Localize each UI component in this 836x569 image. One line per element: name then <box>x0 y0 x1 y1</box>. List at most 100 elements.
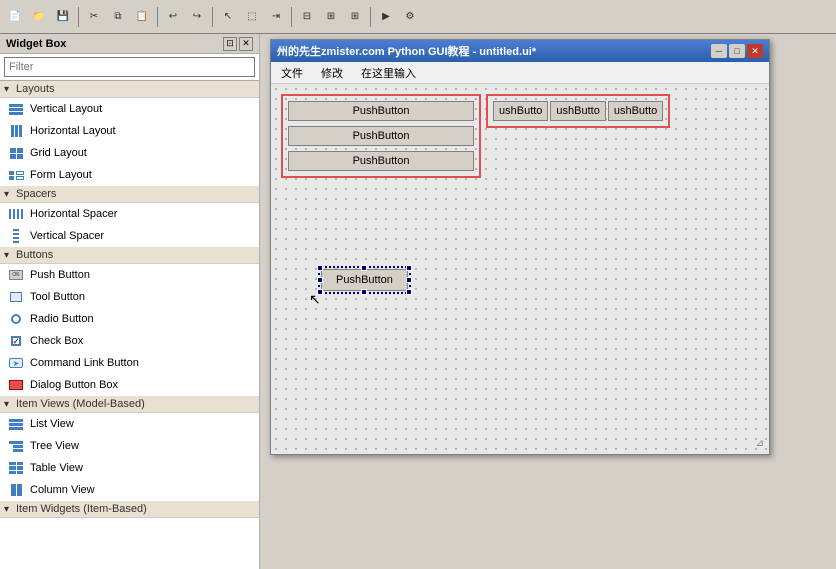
designer-window: 州的先生zmister.com Python GUI教程 - untitled.… <box>270 39 770 455</box>
sidebar-item-horizontal-spacer[interactable]: Horizontal Spacer <box>0 203 259 225</box>
toolbar-pointer[interactable]: ↖ <box>217 6 239 28</box>
menu-edit[interactable]: 修改 <box>317 64 347 82</box>
handle-tl[interactable] <box>317 265 323 271</box>
sidebar-item-dialog-button[interactable]: Dialog Button Box <box>0 374 259 396</box>
designer-titlebar: 州的先生zmister.com Python GUI教程 - untitled.… <box>271 40 769 62</box>
dialog-button-icon <box>8 377 24 393</box>
sidebar-item-list-view[interactable]: List View <box>0 413 259 435</box>
resize-indicator: ⊿ <box>756 438 764 449</box>
toolbar-undo[interactable]: ↩ <box>162 6 184 28</box>
sidebar-item-command-link[interactable]: ➤ Command Link Button <box>0 352 259 374</box>
sidebar-item-push-button[interactable]: OK Push Button <box>0 264 259 286</box>
grid-layout-container: ushButto ushButto ushButto <box>486 94 670 128</box>
sidebar-item-tree-view[interactable]: Tree View <box>0 435 259 457</box>
selected-button-area: PushButton ↖ <box>321 269 408 291</box>
filter-input[interactable] <box>4 57 255 77</box>
widget-box: Widget Box ⊡ ✕ Layouts Vertical Layout <box>0 34 260 569</box>
section-layouts[interactable]: Layouts <box>0 81 259 98</box>
push-button-icon: OK <box>8 267 24 283</box>
toolbar: 📄 📁 💾 ✂ ⧉ 📋 ↩ ↪ ↖ ⬚ ⇥ ⊟ ⊞ ⊞ ▶ ⚙ <box>0 0 836 34</box>
layout-v-icon <box>8 101 24 117</box>
horizontal-layout-label: Horizontal Layout <box>30 125 116 137</box>
toolbar-widget[interactable]: ⬚ <box>241 6 263 28</box>
form-layout-label: Form Layout <box>30 169 92 181</box>
sidebar-item-radio-button[interactable]: Radio Button <box>0 308 259 330</box>
toolbar-sep1 <box>78 7 79 27</box>
grid-btn-2[interactable]: ushButto <box>550 101 605 121</box>
sidebar-item-table-view[interactable]: Table View <box>0 457 259 479</box>
toolbar-settings[interactable]: ⚙ <box>399 6 421 28</box>
form-pushbutton-3[interactable]: PushButton <box>288 151 474 171</box>
toolbar-new[interactable]: 📄 <box>4 6 26 28</box>
designer-menubar: 文件 修改 在这里输入 <box>271 62 769 84</box>
grid-btn-3[interactable]: ushButto <box>608 101 663 121</box>
layout-h-icon <box>8 123 24 139</box>
toolbar-tab-order[interactable]: ⇥ <box>265 6 287 28</box>
sidebar-item-column-view[interactable]: Column View <box>0 479 259 501</box>
form-layout-container: PushButton PushButton PushButton <box>281 94 481 178</box>
designer-title: 州的先生zmister.com Python GUI教程 - untitled.… <box>277 43 536 59</box>
widget-box-float-btn[interactable]: ⊡ <box>223 37 237 51</box>
tool-button-icon <box>8 289 24 305</box>
handle-tm[interactable] <box>361 265 367 271</box>
section-spacers[interactable]: Spacers <box>0 186 259 203</box>
maximize-button[interactable]: □ <box>729 44 745 58</box>
radio-button-icon <box>8 311 24 327</box>
handle-br[interactable] <box>406 289 412 295</box>
form-layout-icon <box>8 167 24 183</box>
toolbar-save[interactable]: 💾 <box>52 6 74 28</box>
minimize-button[interactable]: ─ <box>711 44 727 58</box>
grid-layout-icon <box>8 145 24 161</box>
vertical-spacer-label: Vertical Spacer <box>30 230 104 242</box>
filter-box <box>0 54 259 81</box>
widget-box-title-buttons: ⊡ ✕ <box>223 37 253 51</box>
handle-ml[interactable] <box>317 277 323 283</box>
form-pushbutton-1[interactable]: PushButton <box>288 101 474 121</box>
handle-bl[interactable] <box>317 289 323 295</box>
command-link-label: Command Link Button <box>30 357 139 369</box>
designer-canvas[interactable]: PushButton PushButton PushButton ushButt… <box>271 84 769 454</box>
menu-placeholder[interactable]: 在这里输入 <box>357 64 420 82</box>
section-item-views[interactable]: Item Views (Model-Based) <box>0 396 259 413</box>
list-view-label: List View <box>30 418 74 430</box>
menu-file[interactable]: 文件 <box>277 64 307 82</box>
section-buttons[interactable]: Buttons <box>0 247 259 264</box>
toolbar-redo[interactable]: ↪ <box>186 6 208 28</box>
toolbar-copy[interactable]: ⧉ <box>107 6 129 28</box>
window-buttons: ─ □ ✕ <box>711 44 763 58</box>
widget-box-close-btn[interactable]: ✕ <box>239 37 253 51</box>
grid-layout-label: Grid Layout <box>30 147 87 159</box>
sidebar-item-grid-layout[interactable]: Grid Layout <box>0 142 259 164</box>
handle-mr[interactable] <box>406 277 412 283</box>
toolbar-open[interactable]: 📁 <box>28 6 50 28</box>
handle-bm[interactable] <box>361 289 367 295</box>
toolbar-layout-v[interactable]: ⊞ <box>320 6 342 28</box>
sidebar-item-horizontal-layout[interactable]: Horizontal Layout <box>0 120 259 142</box>
toolbar-layout-grid[interactable]: ⊞ <box>344 6 366 28</box>
check-box-icon: ✓ <box>8 333 24 349</box>
spacer-h-icon <box>8 206 24 222</box>
handle-tr[interactable] <box>406 265 412 271</box>
toolbar-layout-h[interactable]: ⊟ <box>296 6 318 28</box>
form-pushbutton-2[interactable]: PushButton <box>288 126 474 146</box>
column-view-label: Column View <box>30 484 95 496</box>
tool-button-label: Tool Button <box>30 291 85 303</box>
sidebar-item-tool-button[interactable]: Tool Button <box>0 286 259 308</box>
section-item-widgets[interactable]: Item Widgets (Item-Based) <box>0 501 259 518</box>
table-view-label: Table View <box>30 462 83 474</box>
close-button[interactable]: ✕ <box>747 44 763 58</box>
tree-view-label: Tree View <box>30 440 79 452</box>
toolbar-preview[interactable]: ▶ <box>375 6 397 28</box>
toolbar-cut[interactable]: ✂ <box>83 6 105 28</box>
sidebar-item-vertical-spacer[interactable]: Vertical Spacer <box>0 225 259 247</box>
selected-pushbutton[interactable]: PushButton <box>321 269 408 291</box>
main-area: Widget Box ⊡ ✕ Layouts Vertical Layout <box>0 34 836 569</box>
list-view-icon <box>8 416 24 432</box>
sidebar-item-check-box[interactable]: ✓ Check Box <box>0 330 259 352</box>
toolbar-paste[interactable]: 📋 <box>131 6 153 28</box>
widget-box-title: Widget Box ⊡ ✕ <box>0 34 259 54</box>
sidebar-item-form-layout[interactable]: Form Layout <box>0 164 259 186</box>
grid-btn-1[interactable]: ushButto <box>493 101 548 121</box>
column-view-icon <box>8 482 24 498</box>
sidebar-item-vertical-layout[interactable]: Vertical Layout <box>0 98 259 120</box>
